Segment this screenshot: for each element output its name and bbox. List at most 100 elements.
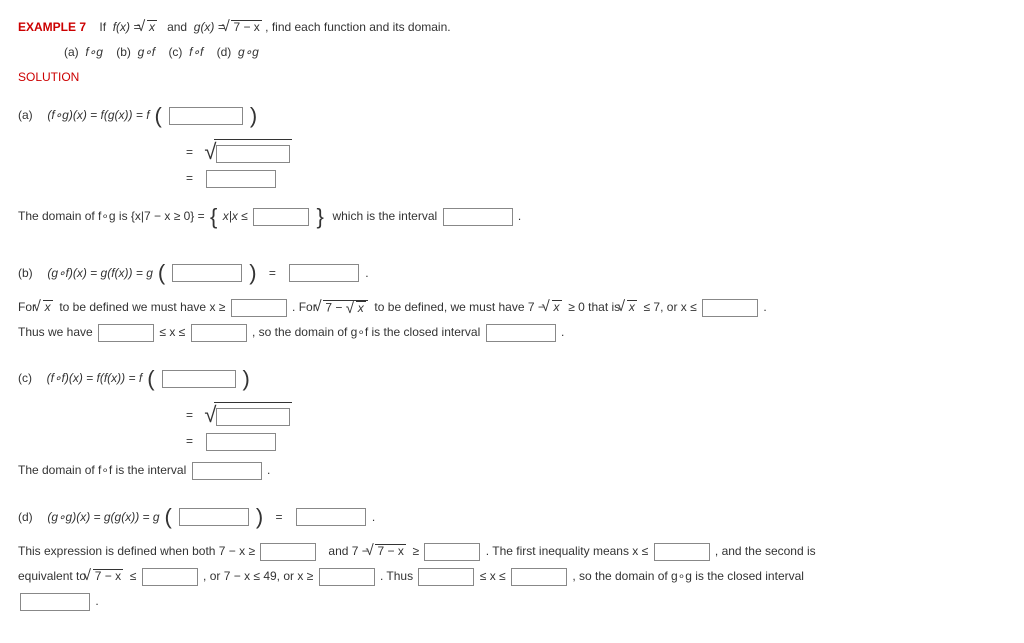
pb-thus: Thus we have — [18, 325, 93, 339]
pd-blank-result[interactable] — [296, 508, 366, 526]
pa-label: (a) — [18, 104, 33, 127]
pb-lhs: (g∘f)(x) = g(f(x)) = g — [47, 262, 153, 285]
pc-eq: = — [186, 404, 193, 427]
pd-blank-d[interactable] — [142, 568, 198, 586]
part-c-fn: f∘f — [189, 45, 203, 59]
pb-mid: to be defined we must have x ≥ — [59, 300, 225, 314]
close-paren-icon4: ) — [255, 496, 264, 538]
pd-lhs: (g∘g)(x) = g(g(x)) = g — [47, 506, 159, 529]
sqrt-7mx-d2: √7 − x — [93, 565, 123, 588]
part-a-domain: The domain of f∘g is {x|7 − x ≥ 0} = { x… — [18, 196, 1006, 238]
sqrt-x2: √x — [43, 296, 53, 319]
pd-blank-c[interactable] — [654, 543, 710, 561]
part-b-line2: For √x to be defined we must have x ≥ . … — [18, 296, 1006, 319]
close-paren-icon3: ) — [242, 358, 251, 400]
part-c-line1: (c) (f∘f)(x) = f(f(x)) = f ( ) — [18, 358, 1006, 400]
pc-blank-inner[interactable] — [162, 370, 236, 388]
pa-blank-setval[interactable] — [253, 208, 309, 226]
part-c-line2: = √ — [186, 402, 1006, 429]
pb-blank-lo[interactable] — [98, 324, 154, 342]
pa-dom-post: which is the interval — [332, 209, 437, 223]
part-b-lbl: (b) — [116, 45, 131, 59]
pb-blank-hi[interactable] — [191, 324, 247, 342]
part-d-lbl: (d) — [217, 45, 232, 59]
open-paren-icon3: ( — [146, 358, 155, 400]
sqrt-x4: √x — [627, 296, 637, 319]
pb-ge0: ≥ 0 that is — [568, 300, 620, 314]
close-paren-icon: ) — [249, 95, 258, 137]
pc-blank-interval[interactable] — [192, 462, 262, 480]
pd-period2: . — [95, 594, 98, 608]
pd-blank-a[interactable] — [260, 543, 316, 561]
open-paren-icon4: ( — [164, 496, 173, 538]
pb-blank-interval[interactable] — [486, 324, 556, 342]
eq-sign: = — [186, 141, 193, 164]
pc-lhs: (f∘f)(x) = f(f(x)) = f — [47, 367, 143, 390]
part-b-thus: Thus we have ≤ x ≤ , so the domain of g∘… — [18, 321, 1006, 344]
pb-le7: ≤ 7, or x ≤ — [644, 300, 697, 314]
parts-list: (a) f∘g (b) g∘f (c) f∘f (d) g∘g — [64, 41, 1006, 64]
prompt-post: , find each function and its domain. — [265, 20, 450, 34]
part-a-lbl: (a) — [64, 45, 79, 59]
pb-blank-inner[interactable] — [172, 264, 242, 282]
pa-blank-interval[interactable] — [443, 208, 513, 226]
pc-dom: The domain of f∘f is the interval — [18, 463, 186, 477]
sqrt-box: √ — [204, 139, 292, 166]
pd-thus: . Thus — [380, 569, 413, 583]
pd-or49: , or 7 − x ≤ 49, or x ≥ — [203, 569, 313, 583]
pb-after: to be defined, we must have 7 − — [374, 300, 544, 314]
example-label: EXAMPLE 7 — [18, 20, 86, 34]
brace-open-icon: { — [208, 204, 219, 229]
part-c-domain: The domain of f∘f is the interval . — [18, 459, 1006, 482]
eq-sign2: = — [186, 167, 193, 190]
open-paren-icon: ( — [154, 95, 163, 137]
pd-le: ≤ — [130, 569, 137, 583]
prompt-pre: If — [99, 20, 106, 34]
pb-eq: = — [269, 262, 276, 285]
pc-label: (c) — [18, 367, 32, 390]
pd-blank-e[interactable] — [319, 568, 375, 586]
sqrt-x3: √x — [552, 296, 562, 319]
pc-blank-sqrt[interactable] — [216, 408, 290, 426]
pd-blank-inner[interactable] — [179, 508, 249, 526]
part-d-line1: (d) (g∘g)(x) = g(g(x)) = g ( ) = . — [18, 496, 1006, 538]
pd-and: and 7 − — [328, 544, 368, 558]
pd-l2a: This expression is defined when both 7 −… — [18, 544, 255, 558]
pa-blank-result[interactable] — [206, 170, 276, 188]
solution-label: SOLUTION — [18, 66, 1006, 89]
pb-blank-result[interactable] — [289, 264, 359, 282]
part-a-fn: f∘g — [85, 45, 103, 59]
pd-blank-lo[interactable] — [418, 568, 474, 586]
pa-blank-sqrt[interactable] — [216, 145, 290, 163]
part-b-fn: g∘f — [138, 45, 156, 59]
pa-lhs: (f∘g)(x) = f(g(x)) = f — [47, 104, 149, 127]
pa-xbar: x|x ≤ — [223, 209, 248, 223]
pb-period: . — [365, 262, 368, 285]
pa-blank-inner[interactable] — [169, 107, 243, 125]
pd-blank-hi[interactable] — [511, 568, 567, 586]
open-paren-icon2: ( — [157, 252, 166, 294]
pb-closed: , so the domain of g∘f is the closed int… — [252, 325, 480, 339]
part-d-line4: . — [18, 590, 1006, 613]
pd-lexle: ≤ x ≤ — [480, 569, 506, 583]
pd-label: (d) — [18, 506, 33, 529]
pd-ge: ≥ — [413, 544, 420, 558]
pb-period2: . — [763, 300, 766, 314]
pd-blank-interval[interactable] — [20, 593, 90, 611]
pd-equiv: equivalent to — [18, 569, 86, 583]
pa-dom-pre: The domain of f∘g is {x|7 − x ≥ 0} = — [18, 209, 205, 223]
brace-close-icon: } — [314, 204, 325, 229]
part-a-line1: (a) (f∘g)(x) = f(g(x)) = f ( ) — [18, 95, 1006, 137]
pd-blank-b[interactable] — [424, 543, 480, 561]
sqrt-7mx: √7 − x — [231, 16, 261, 39]
pc-period: . — [267, 463, 270, 477]
pb-blank-xge[interactable] — [231, 299, 287, 317]
pb-blank-xle[interactable] — [702, 299, 758, 317]
pc-eq2: = — [186, 430, 193, 453]
sqrt-box2: √ — [204, 402, 292, 429]
pb-lexle: ≤ x ≤ — [159, 325, 185, 339]
pd-second: , and the second is — [715, 544, 816, 558]
pd-eq: = — [276, 506, 283, 529]
pc-blank-result[interactable] — [206, 433, 276, 451]
part-a-line2: = √ — [186, 139, 1006, 166]
